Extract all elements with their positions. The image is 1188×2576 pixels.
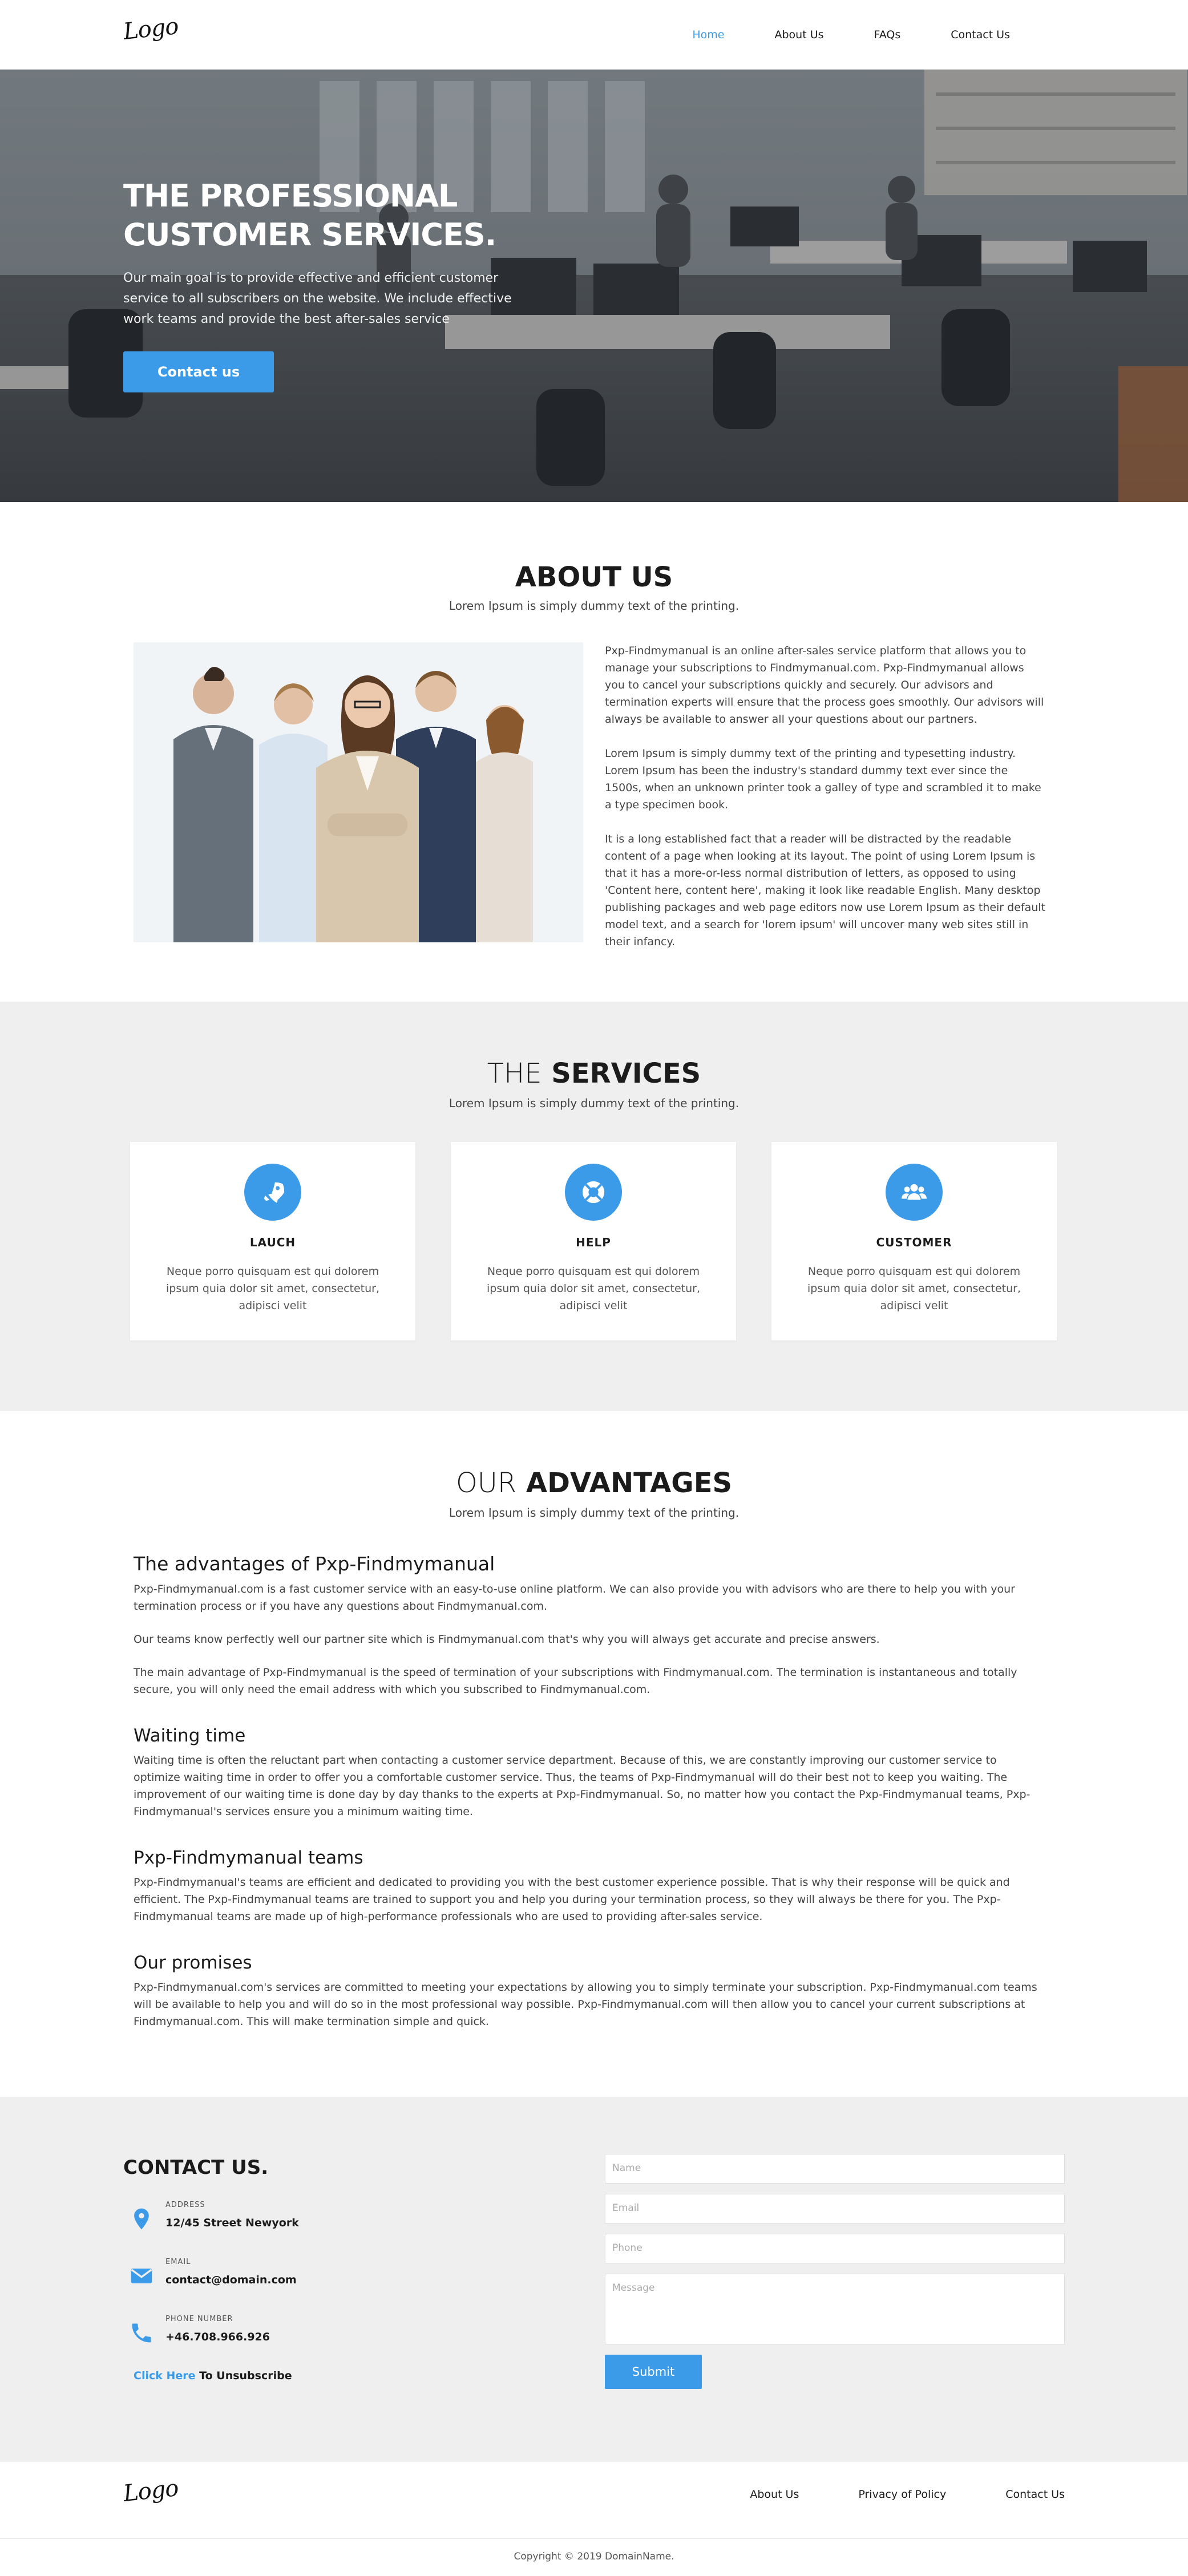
nav-link-contact[interactable]: Contact Us [951,29,1010,41]
service-card-text: Neque porro quisquam est qui dolorem ips… [807,1265,1021,1312]
footer-link-contact[interactable]: Contact Us [1005,2488,1065,2501]
advantages-subtitle: Lorem Ipsum is simply dummy text of the … [448,1506,740,1520]
top-nav: Logo Home About Us FAQs Contact Us [0,0,1188,70]
unsubscribe-text: To Unsubscribe [199,2370,292,2382]
advantage-block: Waiting time Waiting time is often the r… [134,1726,1046,1820]
about-paragraph: Pxp-Findmymanual is an online after-sale… [605,645,1044,726]
advantage-paragraph: The main advantage of Pxp-Findmymanual i… [134,1666,1017,1696]
advantage-block: Pxp-Findmymanual teams Pxp-Findmymanual'… [134,1848,1046,1925]
service-card-customer[interactable]: CUSTOMER Neque porro quisquam est qui do… [771,1142,1057,1340]
footer-link-about[interactable]: About Us [750,2488,799,2501]
advantages-title: OUR ADVANTAGES [455,1467,733,1499]
team-photo [134,642,583,942]
name-field[interactable]: Name [605,2154,1065,2184]
unsubscribe-link[interactable]: Click Here [134,2370,196,2382]
footer-links: About Us Privacy of Policy Contact Us [690,2488,1065,2501]
footer-link-privacy[interactable]: Privacy of Policy [858,2488,946,2501]
services-title: THE SERVICES [487,1058,701,1089]
contact-form: Name Email Phone Message Submit [605,2154,1065,2389]
envelope-icon [131,2269,152,2283]
submit-button[interactable]: Submit [605,2355,702,2389]
contact-label: ADDRESS [165,2201,205,2209]
advantages-body: The advantages of Pxp-Findmymanual Pxp-F… [134,1553,1046,2057]
about-paragraph: Lorem Ipsum is simply dummy text of the … [605,747,1041,811]
about-subtitle: Lorem Ipsum is simply dummy text of the … [448,599,740,613]
services-section: THE SERVICES Lorem Ipsum is simply dummy… [0,1002,1188,1411]
hero-section: THE PROFESSIONAL CUSTOMER SERVICES. Our … [0,70,1188,502]
team-photo-illustration [134,642,583,942]
nav-links: Home About Us FAQs Contact Us [642,0,1010,70]
hero-title-line1: THE PROFESSIONAL [123,178,458,214]
contact-title: CONTACT US. [123,2156,269,2179]
rocket-icon [244,1164,301,1221]
advantage-paragraph: Waiting time is often the reluctant part… [134,1754,1031,1818]
hero-title: THE PROFESSIONAL CUSTOMER SERVICES. [123,177,557,254]
footer-divider [0,2538,1188,2539]
nav-link-about[interactable]: About Us [774,29,823,41]
footer-logo[interactable]: Logo [122,2475,180,2507]
contact-section: CONTACT US. ADDRESS 12/45 Street Newyork… [0,2097,1188,2462]
service-card-text: Neque porro quisquam est qui dolorem ips… [166,1265,379,1312]
advantages-section: OUR ADVANTAGES Lorem Ipsum is simply dum… [0,1411,1188,2097]
site-logo[interactable]: Logo [122,13,180,45]
services-subtitle: Lorem Ipsum is simply dummy text of the … [448,1096,740,1110]
about-text: Pxp-Findmymanual is an online after-sale… [605,642,1045,967]
about-title: ABOUT US [515,561,673,593]
about-section: ABOUT US Lorem Ipsum is simply dummy tex… [0,502,1188,1002]
contact-phone: PHONE NUMBER +46.708.966.926 [129,2311,414,2351]
contact-address: ADDRESS 12/45 Street Newyork [129,2197,414,2237]
phone-field[interactable]: Phone [605,2234,1065,2263]
service-cards: LAUCH Neque porro quisquam est qui dolor… [130,1142,1057,1340]
service-card-title: HELP [576,1236,611,1249]
contact-value[interactable]: +46.708.966.926 [165,2331,270,2343]
nav-link-faqs[interactable]: FAQs [874,29,901,41]
advantage-block: The advantages of Pxp-Findmymanual Pxp-F… [134,1553,1046,1698]
advantage-heading: Our promises [134,1953,252,1973]
contact-label: PHONE NUMBER [165,2315,233,2323]
advantage-paragraph: Pxp-Findmymanual.com is a fast customer … [134,1583,1015,1613]
service-card-help[interactable]: HELP Neque porro quisquam est qui dolore… [451,1142,736,1340]
contact-value[interactable]: contact@domain.com [165,2274,297,2286]
users-icon [886,1164,943,1221]
service-card-title: LAUCH [249,1236,296,1249]
advantage-heading: Pxp-Findmymanual teams [134,1848,363,1868]
map-pin-icon [134,2208,149,2230]
hero-text: Our main goal is to provide effective an… [123,271,512,326]
advantage-block: Our promises Pxp-Findmymanual.com's serv… [134,1953,1046,2030]
advantage-heading: The advantages of Pxp-Findmymanual [134,1553,495,1575]
hero-contact-button[interactable]: Contact us [123,351,274,392]
footer: Logo About Us Privacy of Policy Contact … [0,2462,1188,2576]
nav-link-home[interactable]: Home [692,29,724,41]
contact-value: 12/45 Street Newyork [165,2217,299,2229]
service-card-text: Neque porro quisquam est qui dolorem ips… [487,1265,700,1312]
message-field[interactable]: Message [605,2274,1065,2344]
phone-icon [132,2323,151,2343]
hero-content: THE PROFESSIONAL CUSTOMER SERVICES. Our … [123,177,557,392]
advantage-paragraph: Pxp-Findmymanual's teams are efficient a… [134,1876,1010,1923]
lifebuoy-icon [565,1164,622,1221]
about-paragraph: It is a long established fact that a rea… [605,833,1046,948]
copyright: Copyright © 2019 DomainName. [514,2551,674,2562]
contact-email: EMAIL contact@domain.com [129,2254,414,2294]
advantage-paragraph: Pxp-Findmymanual.com's services are comm… [134,1981,1037,2028]
advantage-heading: Waiting time [134,1726,246,1746]
advantage-paragraph: Our teams know perfectly well our partne… [134,1633,880,1646]
email-field[interactable]: Email [605,2194,1065,2223]
contact-label: EMAIL [165,2258,191,2266]
service-card-title: CUSTOMER [876,1236,952,1249]
service-card-launch[interactable]: LAUCH Neque porro quisquam est qui dolor… [130,1142,415,1340]
unsubscribe-line: Click Here To Unsubscribe [134,2370,292,2382]
hero-title-line2: CUSTOMER SERVICES. [123,217,496,253]
